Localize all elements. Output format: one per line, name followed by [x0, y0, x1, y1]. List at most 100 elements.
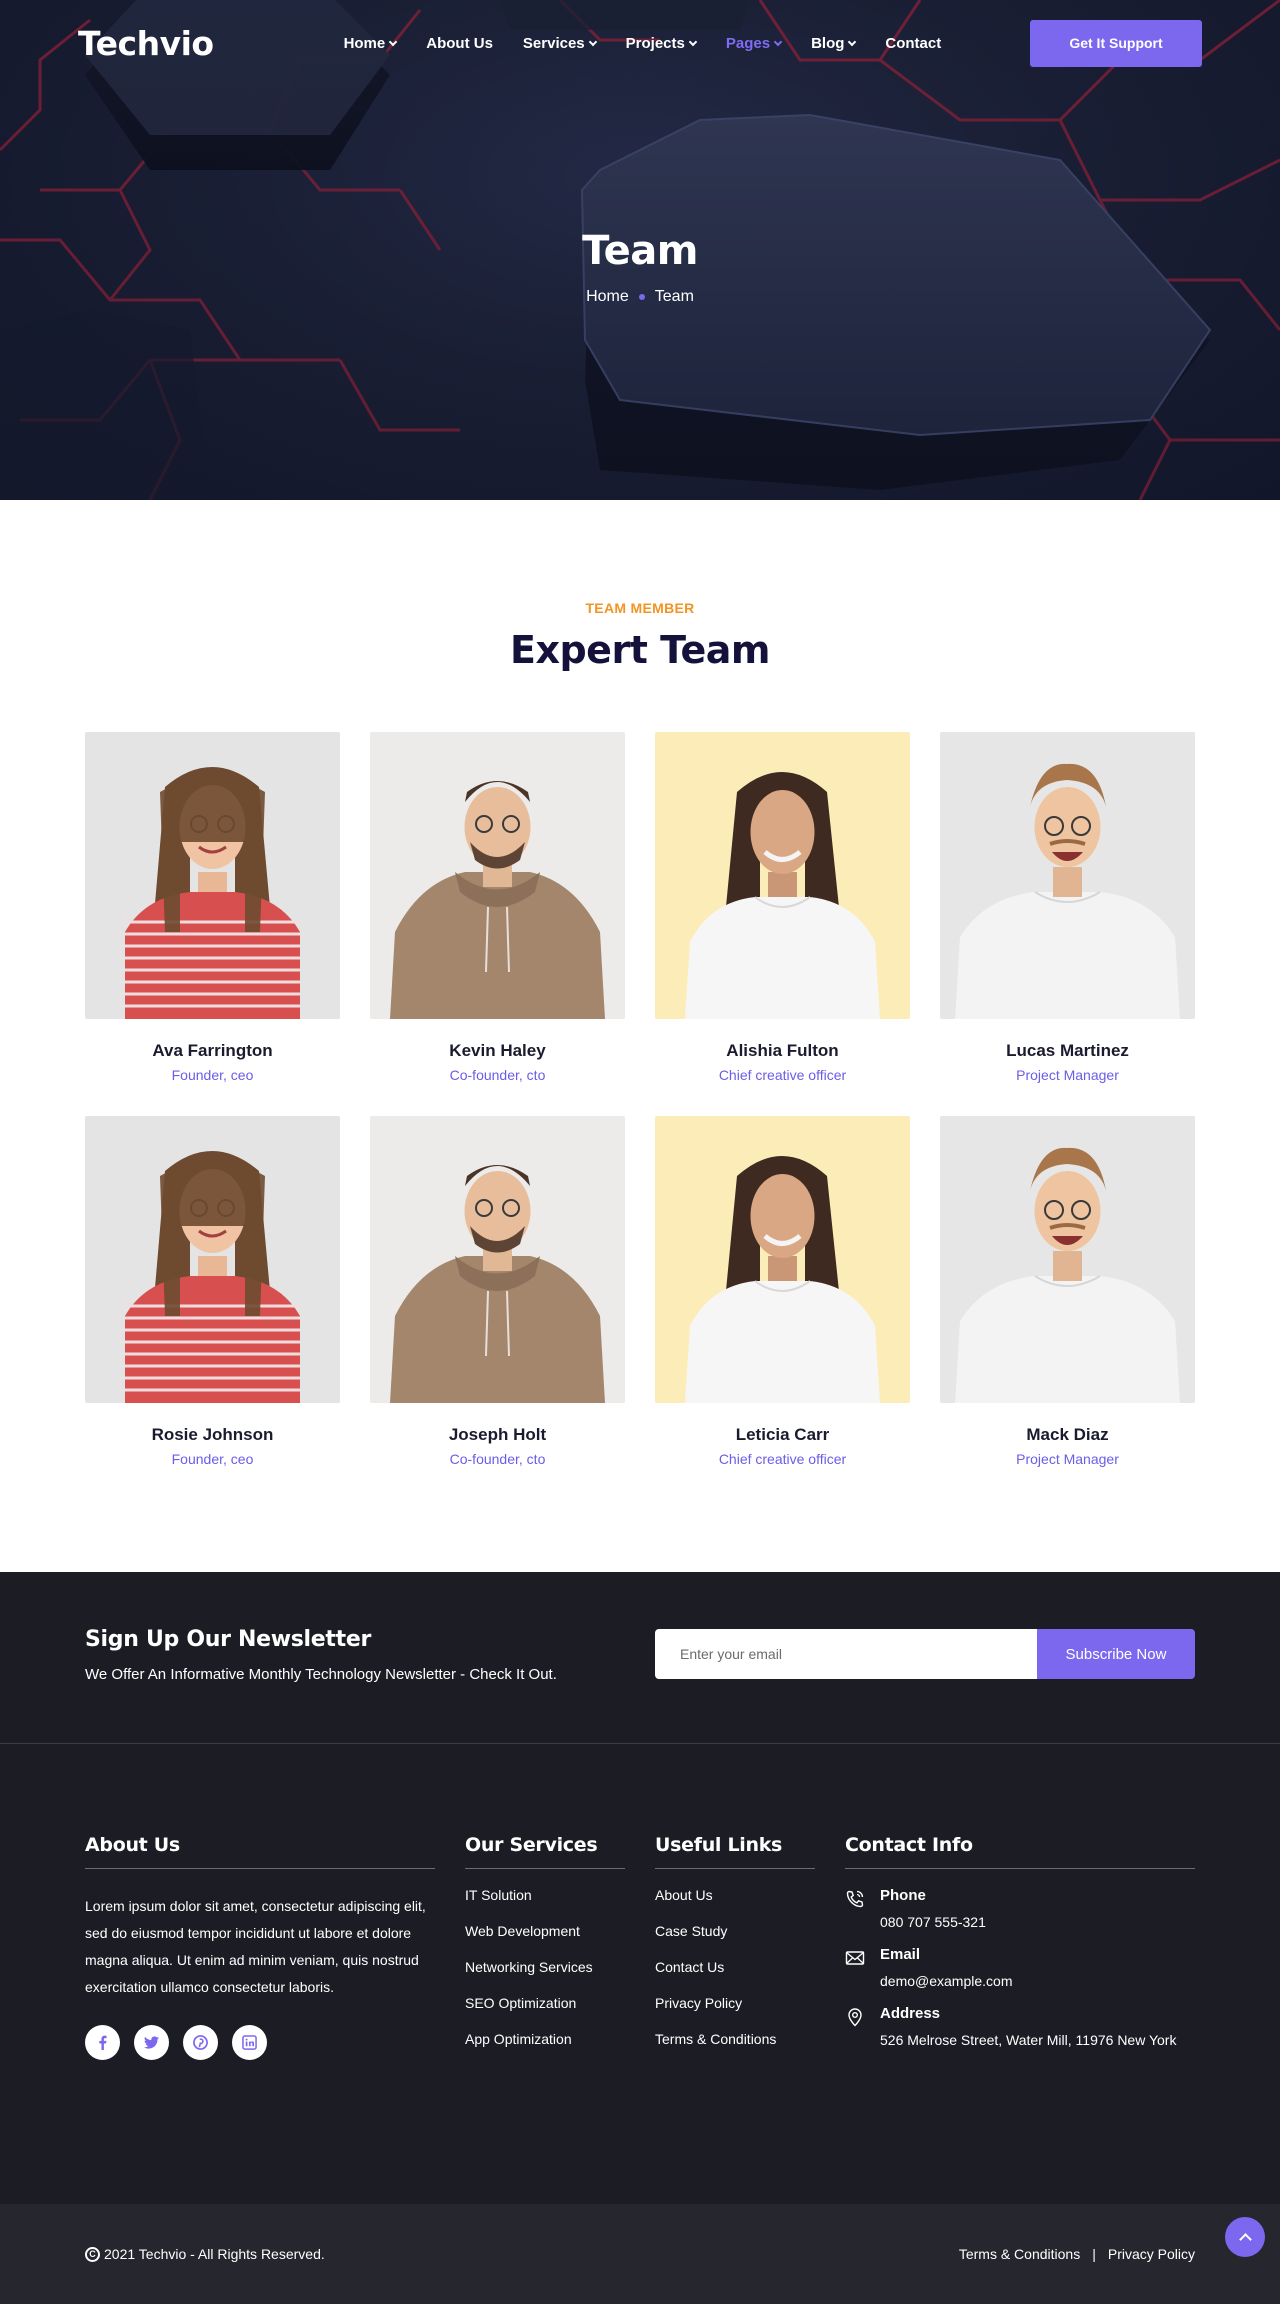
team-card[interactable]: Joseph Holt Co-founder, cto	[370, 1116, 625, 1467]
breadcrumb-separator-icon	[638, 294, 645, 300]
team-section: TEAM MEMBER Expert Team Ava Farrington F…	[0, 500, 1280, 1572]
team-member-name: Kevin Haley	[449, 1041, 546, 1060]
nav-pages-label: Pages	[725, 34, 771, 52]
footer-useful-link[interactable]: About Us	[655, 1887, 713, 1903]
breadcrumb-home-link[interactable]: Home	[586, 288, 629, 306]
list-item: App Optimization	[465, 2031, 625, 2049]
team-member-name: Joseph Holt	[448, 1425, 547, 1444]
list-item: About Us	[655, 1887, 815, 1905]
team-card[interactable]: Kevin Haley Co-founder, cto	[370, 732, 625, 1083]
list-item: Privacy Policy	[655, 1995, 815, 2013]
footer-service-link[interactable]: App Optimization	[465, 2031, 572, 2047]
team-card[interactable]: Lucas Martinez Project Manager	[940, 732, 1195, 1083]
nav-projects[interactable]: Projects	[626, 35, 698, 52]
linkedin-icon[interactable]	[232, 2025, 267, 2060]
contact-phone: Phone 080 707 555-321	[845, 1887, 1195, 1930]
twitter-icon[interactable]	[134, 2025, 169, 2060]
section-title: Expert Team	[510, 628, 770, 672]
nav-about-us[interactable]: About Us	[426, 35, 493, 52]
team-card[interactable]: Alishia Fulton Chief creative officer	[655, 732, 910, 1083]
nav-contact[interactable]: Contact	[885, 35, 941, 52]
footer-service-link[interactable]: SEO Optimization	[465, 1995, 576, 2011]
footer-useful-link[interactable]: Terms & Conditions	[655, 2031, 776, 2047]
footer-about-title: About Us	[85, 1834, 435, 1869]
team-member-photo	[655, 1116, 910, 1403]
team-member-photo	[655, 732, 910, 1019]
team-member-role: Co-founder, cto	[449, 1067, 546, 1083]
list-item: Web Development	[465, 1923, 625, 1941]
contact-email-label: Email	[880, 1946, 921, 1963]
team-member-role: Co-founder, cto	[449, 1451, 546, 1467]
envelope-icon	[845, 1946, 880, 1989]
breadcrumb-current: Team	[654, 288, 694, 305]
site-footer: About Us Lorem ipsum dolor sit amet, con…	[0, 1744, 1280, 2204]
contact-phone-value[interactable]: 080 707 555-321	[880, 1914, 986, 1930]
copyright-icon: C	[85, 2246, 100, 2262]
newsletter-form: Subscribe Now	[655, 1629, 1195, 1679]
list-item: Contact Us	[655, 1959, 815, 1977]
newsletter-description: We Offer An Informative Monthly Technolo…	[85, 1666, 557, 1683]
legal-separator: |	[1092, 2246, 1096, 2262]
contact-email-value[interactable]: demo@example.com	[880, 1973, 1013, 1989]
footer-services-list: IT Solution Web Development Networking S…	[465, 1887, 625, 2049]
back-to-top-button[interactable]	[1225, 2217, 1265, 2257]
phone-icon	[845, 1887, 880, 1930]
chevron-down-icon	[773, 37, 783, 46]
get-it-support-button[interactable]: Get It Support	[1030, 19, 1202, 67]
team-member-role: Chief creative officer	[718, 1067, 847, 1083]
subscribe-now-button[interactable]: Subscribe Now	[1037, 1629, 1195, 1679]
breadcrumb: Home Team	[0, 288, 1280, 306]
footer-useful-link[interactable]: Contact Us	[655, 1959, 724, 1975]
site-logo[interactable]: Techvio	[78, 24, 214, 63]
footer-service-link[interactable]: Networking Services	[465, 1959, 593, 1975]
team-member-photo	[370, 1116, 625, 1403]
nav-contact-label: Contact	[885, 34, 942, 52]
team-card[interactable]: Rosie Johnson Founder, ceo	[85, 1116, 340, 1467]
contact-address-value: 526 Melrose Street, Water Mill, 11976 Ne…	[880, 2032, 1177, 2048]
team-card[interactable]: Mack Diaz Project Manager	[940, 1116, 1195, 1467]
nav-home[interactable]: Home	[343, 34, 398, 52]
team-member-name: Mack Diaz	[1026, 1425, 1109, 1444]
privacy-link[interactable]: Privacy Policy	[1108, 2246, 1195, 2262]
facebook-icon[interactable]	[85, 2025, 120, 2060]
newsletter-email-input[interactable]	[655, 1629, 1037, 1679]
team-member-role: Founder, ceo	[171, 1067, 254, 1083]
section-subtitle: TEAM MEMBER	[585, 600, 695, 616]
copyright-bar: C 2021 Techvio - All Rights Reserved. Te…	[0, 2204, 1280, 2304]
nav-about-label: About Us	[426, 34, 493, 52]
contact-phone-label: Phone	[880, 1887, 926, 1904]
newsletter-title: Sign Up Our Newsletter	[85, 1627, 372, 1652]
footer-services-column: Our Services IT Solution Web Development…	[465, 1834, 625, 2204]
team-card[interactable]: Leticia Carr Chief creative officer	[655, 1116, 910, 1467]
team-member-name: Lucas Martinez	[1006, 1041, 1129, 1060]
chevron-down-icon	[588, 37, 597, 46]
chevron-down-icon	[688, 37, 698, 46]
footer-service-link[interactable]: IT Solution	[465, 1887, 532, 1903]
newsletter-text: Sign Up Our Newsletter We Offer An Infor…	[85, 1627, 655, 1683]
footer-links-column: Useful Links About Us Case Study Contact…	[655, 1834, 815, 2204]
team-member-role: Project Manager	[1016, 1451, 1119, 1467]
team-member-role: Chief creative officer	[718, 1451, 847, 1467]
team-card[interactable]: Ava Farrington Founder, ceo	[85, 732, 340, 1083]
nav-pages[interactable]: Pages	[725, 34, 783, 52]
pinterest-icon[interactable]	[183, 2025, 218, 2060]
map-pin-icon	[845, 2005, 880, 2048]
footer-useful-link[interactable]: Case Study	[655, 1923, 727, 1939]
team-member-name: Rosie Johnson	[151, 1425, 274, 1444]
footer-service-link[interactable]: Web Development	[465, 1923, 580, 1939]
nav-home-label: Home	[343, 34, 386, 52]
nav-blog[interactable]: Blog	[811, 35, 857, 52]
list-item: Case Study	[655, 1923, 815, 1941]
copyright: C 2021 Techvio - All Rights Reserved.	[85, 2246, 325, 2262]
team-grid: Ava Farrington Founder, ceo Kevin Haley …	[85, 732, 1195, 1467]
footer-links-title: Useful Links	[655, 1834, 815, 1869]
footer-about-column: About Us Lorem ipsum dolor sit amet, con…	[85, 1834, 435, 2204]
nav-services[interactable]: Services	[522, 34, 597, 52]
contact-address: Address 526 Melrose Street, Water Mill, …	[845, 2005, 1195, 2048]
team-member-photo	[85, 1116, 340, 1403]
list-item: Terms & Conditions	[655, 2031, 815, 2049]
nav-services-label: Services	[522, 34, 585, 52]
terms-link[interactable]: Terms & Conditions	[959, 2246, 1080, 2262]
footer-useful-link[interactable]: Privacy Policy	[655, 1995, 742, 2011]
team-member-photo	[940, 732, 1195, 1019]
